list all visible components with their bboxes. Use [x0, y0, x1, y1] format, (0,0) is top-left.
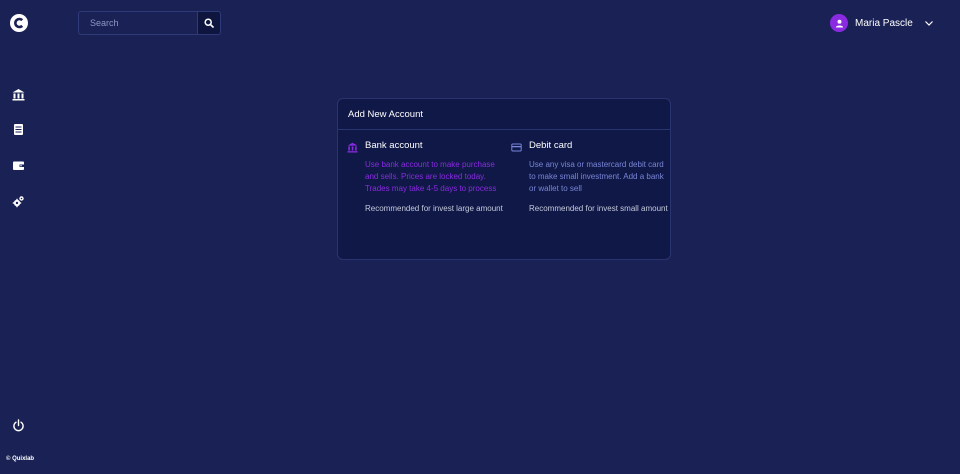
card-title: Add New Account	[338, 99, 670, 130]
sidebar-item-settings[interactable]	[12, 195, 25, 208]
sidebar-item-list[interactable]	[12, 123, 25, 136]
option-title: Debit card	[529, 140, 573, 151]
add-account-card: Add New Account Bank account Use bank ac…	[337, 98, 671, 260]
user-menu[interactable]: Maria Pascle	[830, 14, 935, 32]
bank-icon	[12, 89, 25, 101]
app-logo[interactable]	[10, 14, 28, 32]
logout-button[interactable]	[12, 419, 25, 432]
chevron-down-icon	[925, 21, 933, 26]
user-icon	[835, 19, 843, 28]
sidebar-item-wallet[interactable]	[12, 159, 25, 172]
gear-icon	[12, 196, 24, 208]
option-description: Use bank account to make purchase and se…	[365, 160, 497, 193]
wallet-icon	[13, 161, 24, 170]
option-recommendation: Recommended for invest small amount	[529, 204, 668, 213]
search-button[interactable]	[197, 11, 221, 35]
avatar	[830, 14, 848, 32]
user-name: Maria Pascle	[855, 17, 913, 29]
copyright-text: © Quixlab	[6, 456, 35, 462]
search-bar	[78, 11, 221, 35]
bank-icon	[347, 142, 358, 153]
sidebar-item-home[interactable]	[12, 88, 25, 101]
debit-card-option[interactable]: Debit card Use any visa or mastercard de…	[511, 140, 669, 215]
list-icon	[14, 124, 23, 135]
option-recommendation: Recommended for invest large amount	[365, 204, 503, 213]
search-input[interactable]	[78, 11, 197, 35]
search-icon	[204, 18, 214, 28]
bank-account-option[interactable]: Bank account Use bank account to make pu…	[347, 140, 505, 215]
credit-card-icon	[511, 143, 522, 152]
option-description: Use any visa or mastercard debit card to…	[529, 160, 664, 193]
power-icon	[13, 419, 24, 432]
option-title: Bank account	[365, 140, 423, 151]
